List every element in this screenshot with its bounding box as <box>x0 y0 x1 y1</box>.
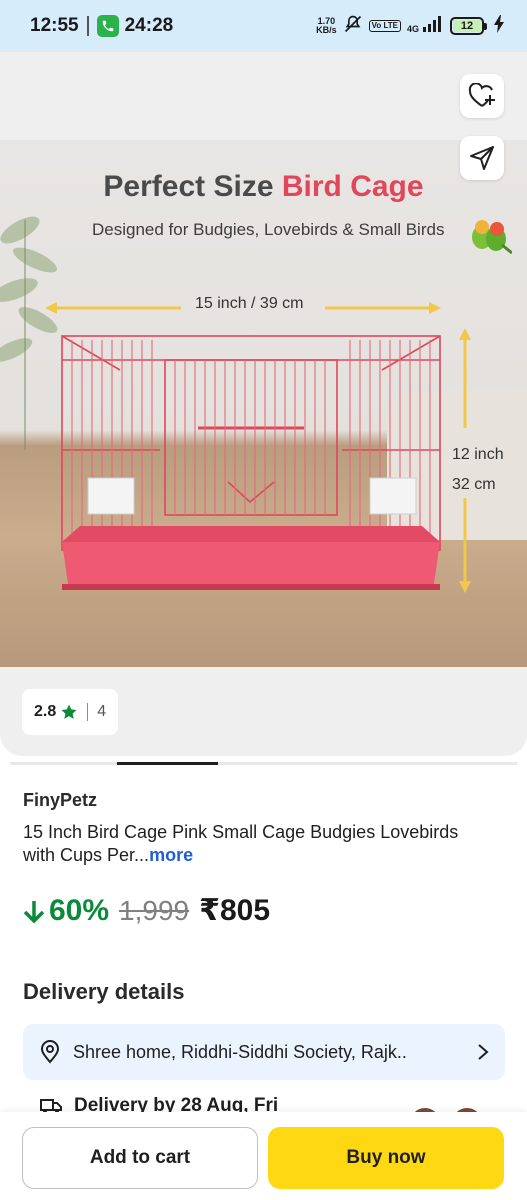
image-title-part1: Perfect Size <box>103 170 274 203</box>
network-type: 4G <box>406 23 419 34</box>
ongoing-call-indicator[interactable]: 24:28 <box>96 15 174 37</box>
phone-icon <box>96 15 119 37</box>
status-bar: 12:55 24:28 1.70 KB/s Vo LTE 4G 12 <box>0 0 527 52</box>
rating-count: 4 <box>97 703 107 720</box>
rating-badge[interactable]: 2.8 4 <box>22 689 119 735</box>
send-icon <box>470 146 494 170</box>
height-inch-label: 12 inch <box>452 446 504 463</box>
price-row: 60% 1,999 ₹805 <box>23 893 270 928</box>
height-cm-label: 32 cm <box>452 476 496 493</box>
network-speed: 1.70 KB/s <box>316 17 337 35</box>
bottom-action-bar: Add to cart Buy now <box>0 1112 527 1200</box>
rating-divider <box>87 703 89 721</box>
network-speed-unit: KB/s <box>316 25 337 35</box>
delivery-address-selector[interactable]: Shree home, Riddhi-Siddhi Society, Rajk.… <box>23 1024 505 1080</box>
gallery-top-area <box>0 52 527 140</box>
image-carousel-active-indicator <box>117 762 218 765</box>
product-title: 15 Inch Bird Cage Pink Small Cage Budgie… <box>23 821 493 867</box>
discount-badge: 60% <box>23 894 109 928</box>
image-title: Perfect Size Bird Cage <box>0 170 527 204</box>
brand-name[interactable]: FinyPetz <box>23 790 97 811</box>
battery-icon: 12 <box>450 17 487 35</box>
image-title-part2: Bird Cage <box>281 170 424 203</box>
image-carousel-track <box>10 762 517 765</box>
discount-percent: 60% <box>49 893 110 927</box>
image-subtitle: Designed for Budgies, Lovebirds & Small … <box>92 220 445 239</box>
bird-cage-illustration <box>61 335 441 590</box>
product-title-text: 15 Inch Bird Cage Pink Small Cage Budgie… <box>23 822 459 865</box>
wishlist-button[interactable] <box>460 74 504 118</box>
status-time: 12:55 <box>30 15 79 36</box>
share-button[interactable] <box>460 136 504 180</box>
width-label: 15 inch / 39 cm <box>195 295 304 312</box>
buy-now-button[interactable]: Buy now <box>268 1127 504 1189</box>
mute-icon <box>343 14 363 39</box>
status-icons: 1.70 KB/s Vo LTE 4G 12 <box>316 14 505 39</box>
battery-level: 12 <box>453 20 481 32</box>
selling-price: ₹805 <box>199 894 271 927</box>
status-separator <box>86 16 89 36</box>
delivery-details-heading: Delivery details <box>23 979 185 1004</box>
signal-icon <box>422 15 444 38</box>
volte-icon: Vo LTE <box>368 20 401 32</box>
delivery-address: Shree home, Riddhi-Siddhi Society, Rajk.… <box>73 1041 407 1062</box>
add-to-cart-button[interactable]: Add to cart <box>22 1127 258 1189</box>
height-label: 12 inch 32 cm <box>452 440 504 500</box>
heart-plus-icon <box>468 83 495 107</box>
location-pin-icon <box>40 1040 60 1064</box>
mrp-price: 1,999 <box>119 894 190 926</box>
star-icon <box>61 704 77 719</box>
rating-value: 2.8 <box>34 703 57 720</box>
product-gallery[interactable]: Perfect Size Bird Cage Designed for Budg… <box>0 52 527 756</box>
lovebirds-icon <box>472 220 512 255</box>
arrow-down-icon <box>23 900 45 923</box>
chevron-right-icon <box>478 1044 489 1060</box>
product-image[interactable]: Perfect Size Bird Cage Designed for Budg… <box>0 140 527 667</box>
call-duration: 24:28 <box>124 15 174 36</box>
more-link[interactable]: more <box>149 845 193 865</box>
charging-icon <box>493 14 505 38</box>
